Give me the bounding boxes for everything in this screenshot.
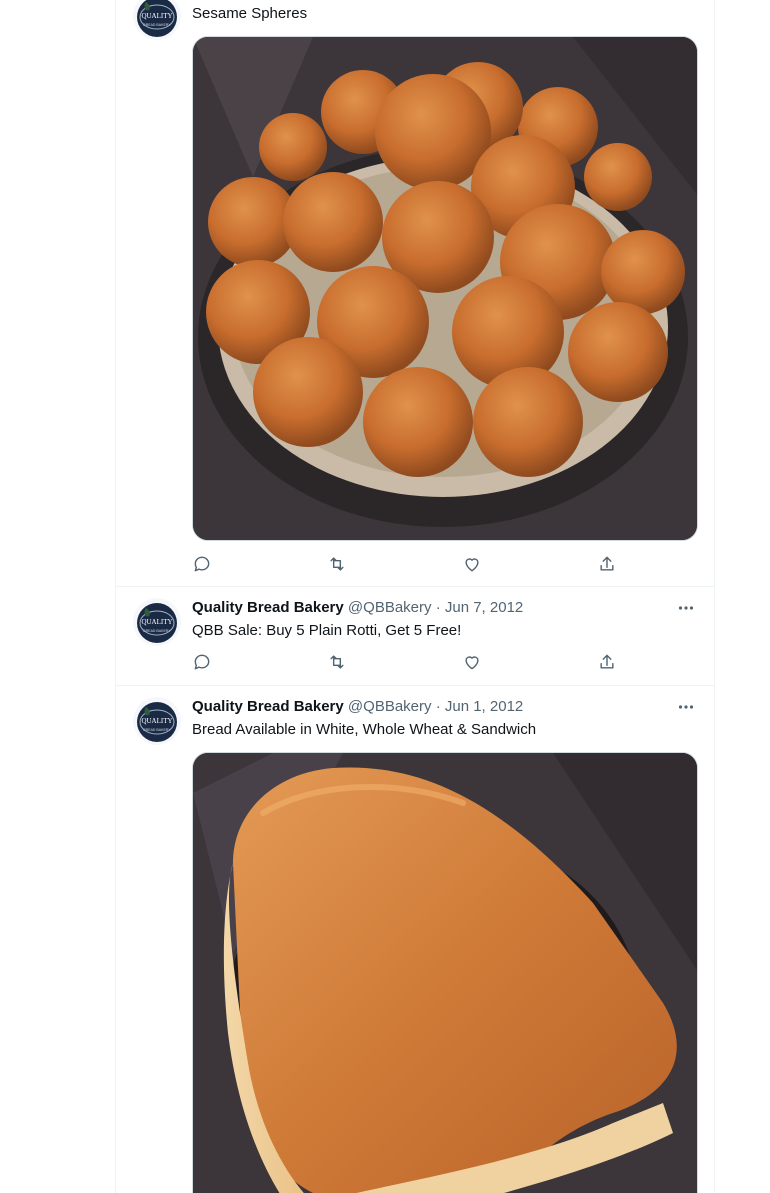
svg-text:BREAD BAKERY: BREAD BAKERY [143,23,171,27]
tweet-header: Quality Bread Bakery @QBBakery · Jun 7, … [192,598,523,618]
tweet-actions [192,652,622,672]
svg-text:BREAD BAKERY: BREAD BAKERY [143,728,171,732]
tweet-text: QBB Sale: Buy 5 Plain Rotti, Get 5 Free! [192,622,462,639]
tweet-photo[interactable] [192,36,698,541]
tweet-actions [192,554,622,574]
separator: · [435,599,441,616]
tweet-bread-available[interactable]: QUALITY BREAD BAKERY Quality Bread Baker… [116,685,714,1193]
avatar[interactable]: QUALITY BREAD BAKERY [133,0,181,40]
sesame-spheres-photo [193,37,697,540]
tweet-rotti-sale[interactable]: QUALITY BREAD BAKERY Quality Bread Baker… [116,586,714,686]
more-icon[interactable] [676,697,696,717]
author-handle[interactable]: @QBBakery [348,599,432,616]
tweet-date[interactable]: Jun 1, 2012 [445,698,523,715]
author-handle[interactable]: @QBBakery [348,698,432,715]
tweet-sesame-spheres[interactable]: QUALITY BREAD BAKERY Sesame Spheres [116,0,714,587]
reply-icon[interactable] [192,554,212,574]
svg-text:BREAD BAKERY: BREAD BAKERY [143,629,171,633]
tweet-text: Sesame Spheres [192,5,308,22]
bread-loaf-photo [193,753,697,1193]
separator: · [435,698,441,715]
reply-icon[interactable] [192,652,212,672]
avatar[interactable]: QUALITY BREAD BAKERY [133,598,181,646]
tweet-text: Bread Available in White, Whole Wheat & … [192,721,537,738]
share-icon[interactable] [597,652,617,672]
like-icon[interactable] [462,554,482,574]
tweet-header: Quality Bread Bakery @QBBakery · Jun 1, … [192,697,523,717]
share-icon[interactable] [597,554,617,574]
tweet-photo[interactable] [192,752,698,1193]
like-icon[interactable] [462,652,482,672]
svg-text:QUALITY: QUALITY [141,717,172,725]
timeline: QUALITY BREAD BAKERY Sesame Spheres QUAL… [115,0,715,1193]
author-name[interactable]: Quality Bread Bakery [192,698,344,715]
author-name[interactable]: Quality Bread Bakery [192,599,344,616]
tweet-date[interactable]: Jun 7, 2012 [445,599,523,616]
retweet-icon[interactable] [327,554,347,574]
svg-text:QUALITY: QUALITY [141,618,172,626]
avatar-logo-text: QUALITY [141,12,172,20]
avatar[interactable]: QUALITY BREAD BAKERY [133,697,181,745]
retweet-icon[interactable] [327,652,347,672]
more-icon[interactable] [676,598,696,618]
